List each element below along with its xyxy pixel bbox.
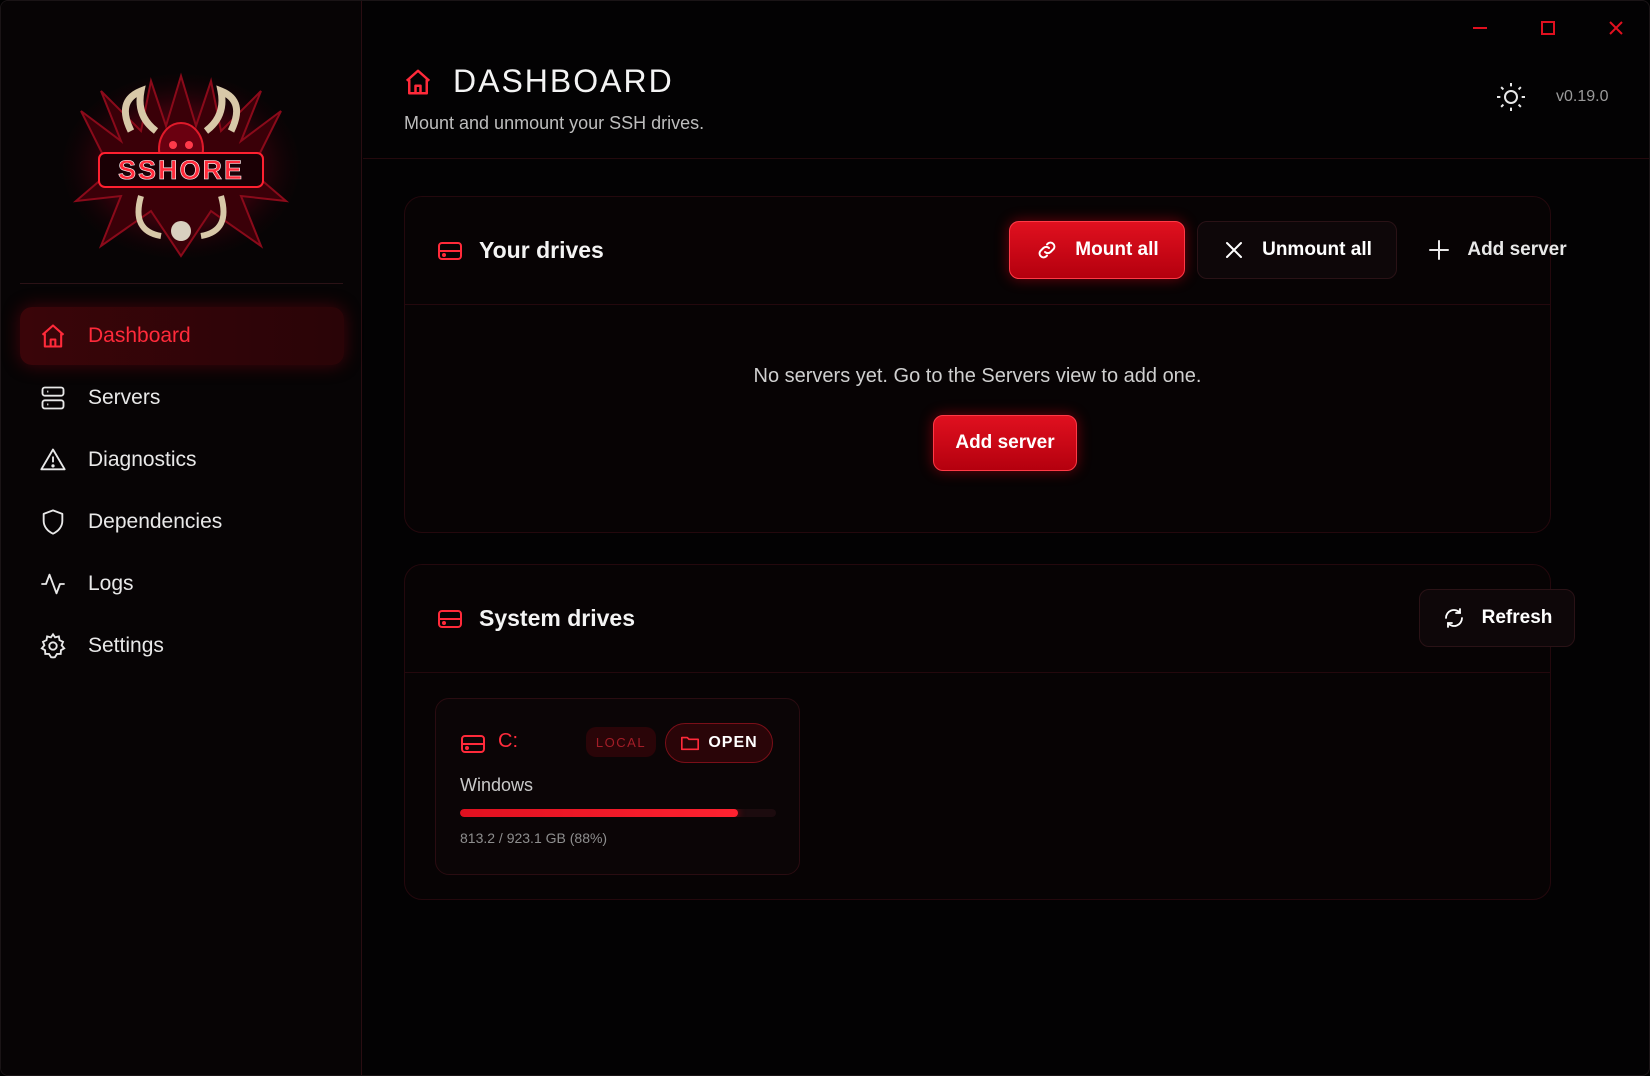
unmount-all-button[interactable]: Unmount all	[1197, 221, 1397, 279]
refresh-button[interactable]: Refresh	[1419, 589, 1575, 647]
drive-name: Windows	[460, 775, 534, 795]
server-icon	[38, 383, 68, 413]
refresh-icon	[1444, 608, 1463, 628]
open-label: OPEN	[708, 734, 758, 751]
add-server-label: Add server	[1467, 239, 1567, 260]
sidebar-item-logs[interactable]: Logs	[20, 555, 344, 613]
sidebar-item-label: Dashboard	[88, 324, 191, 347]
unmount-all-label: Unmount all	[1262, 239, 1372, 260]
folder-icon	[681, 736, 700, 751]
sidebar-item-label: Diagnostics	[88, 448, 197, 471]
your-drives-card: Your drives Mount all Unmount all Add se…	[404, 196, 1567, 533]
system-drives-header: System drives Refresh	[405, 565, 1575, 673]
link-icon	[1038, 241, 1056, 259]
drive-letter: C:	[498, 730, 518, 752]
sidebar-item-label: Logs	[88, 572, 134, 595]
add-server-label: Add server	[955, 432, 1055, 453]
usage-bar-fill	[460, 809, 739, 817]
page-header: DASHBOARD Mount and unmount your SSH dri…	[363, 1, 1649, 159]
sidebar-nav: Dashboard Servers Diagnostics Dependenci…	[20, 307, 344, 679]
page-title: DASHBOARD	[453, 63, 674, 99]
sun-icon	[1497, 83, 1525, 111]
local-badge: LOCAL	[586, 727, 656, 757]
mount-all-button[interactable]: Mount all	[1009, 221, 1185, 279]
system-drives-title: System drives	[479, 605, 635, 631]
gear-icon	[38, 631, 68, 661]
app-logo: SSHORE	[61, 71, 301, 261]
open-drive-button[interactable]: OPEN	[665, 723, 773, 763]
sidebar-item-label: Settings	[88, 634, 164, 657]
shield-icon	[38, 507, 68, 537]
empty-state-message: No servers yet. Go to the Servers view t…	[753, 365, 1202, 387]
app-window: SSHORE Dashboard Servers Diagnostics Dep…	[0, 0, 1650, 1076]
main-content: DASHBOARD Mount and unmount your SSH dri…	[363, 1, 1649, 1075]
activity-icon	[38, 569, 68, 599]
sidebar: SSHORE Dashboard Servers Diagnostics Dep…	[1, 1, 362, 1075]
drive-icon	[438, 241, 462, 260]
close-icon	[1226, 242, 1243, 258]
usage-bar	[460, 809, 776, 817]
version-label: v0.19.0	[1556, 88, 1609, 105]
home-icon	[38, 321, 68, 351]
your-drives-title: Your drives	[479, 237, 604, 263]
refresh-label: Refresh	[1481, 607, 1553, 628]
add-server-button[interactable]: Add server	[933, 415, 1077, 471]
mount-all-label: Mount all	[1075, 239, 1159, 260]
plus-icon	[1429, 240, 1450, 260]
sidebar-item-diagnostics[interactable]: Diagnostics	[20, 431, 344, 489]
drive-card: C: LOCAL OPEN Windows 813.2 / 923.1 GB (…	[435, 698, 800, 875]
sidebar-item-label: Dependencies	[88, 510, 223, 533]
system-drives-card: System drives Refresh C: LOCAL OPEN Wind…	[404, 564, 1575, 900]
svg-text:SSHORE: SSHORE	[118, 155, 244, 185]
sidebar-item-servers[interactable]: Servers	[20, 369, 344, 427]
sidebar-item-label: Servers	[88, 386, 161, 409]
drive-icon	[461, 735, 485, 753]
sidebar-item-dashboard[interactable]: Dashboard	[20, 307, 344, 365]
add-server-header-button[interactable]: Add server	[1417, 221, 1577, 279]
usage-text: 813.2 / 923.1 GB (88%)	[460, 830, 608, 846]
sidebar-divider	[20, 283, 343, 284]
page-subtitle: Mount and unmount your SSH drives.	[404, 113, 705, 133]
your-drives-header: Your drives Mount all Unmount all Add se…	[405, 197, 1567, 305]
theme-toggle-button[interactable]	[1495, 81, 1527, 113]
warning-icon	[38, 445, 68, 475]
sidebar-item-dependencies[interactable]: Dependencies	[20, 493, 344, 551]
sidebar-item-settings[interactable]: Settings	[20, 617, 344, 675]
drive-icon	[438, 609, 462, 628]
home-icon	[405, 69, 431, 94]
